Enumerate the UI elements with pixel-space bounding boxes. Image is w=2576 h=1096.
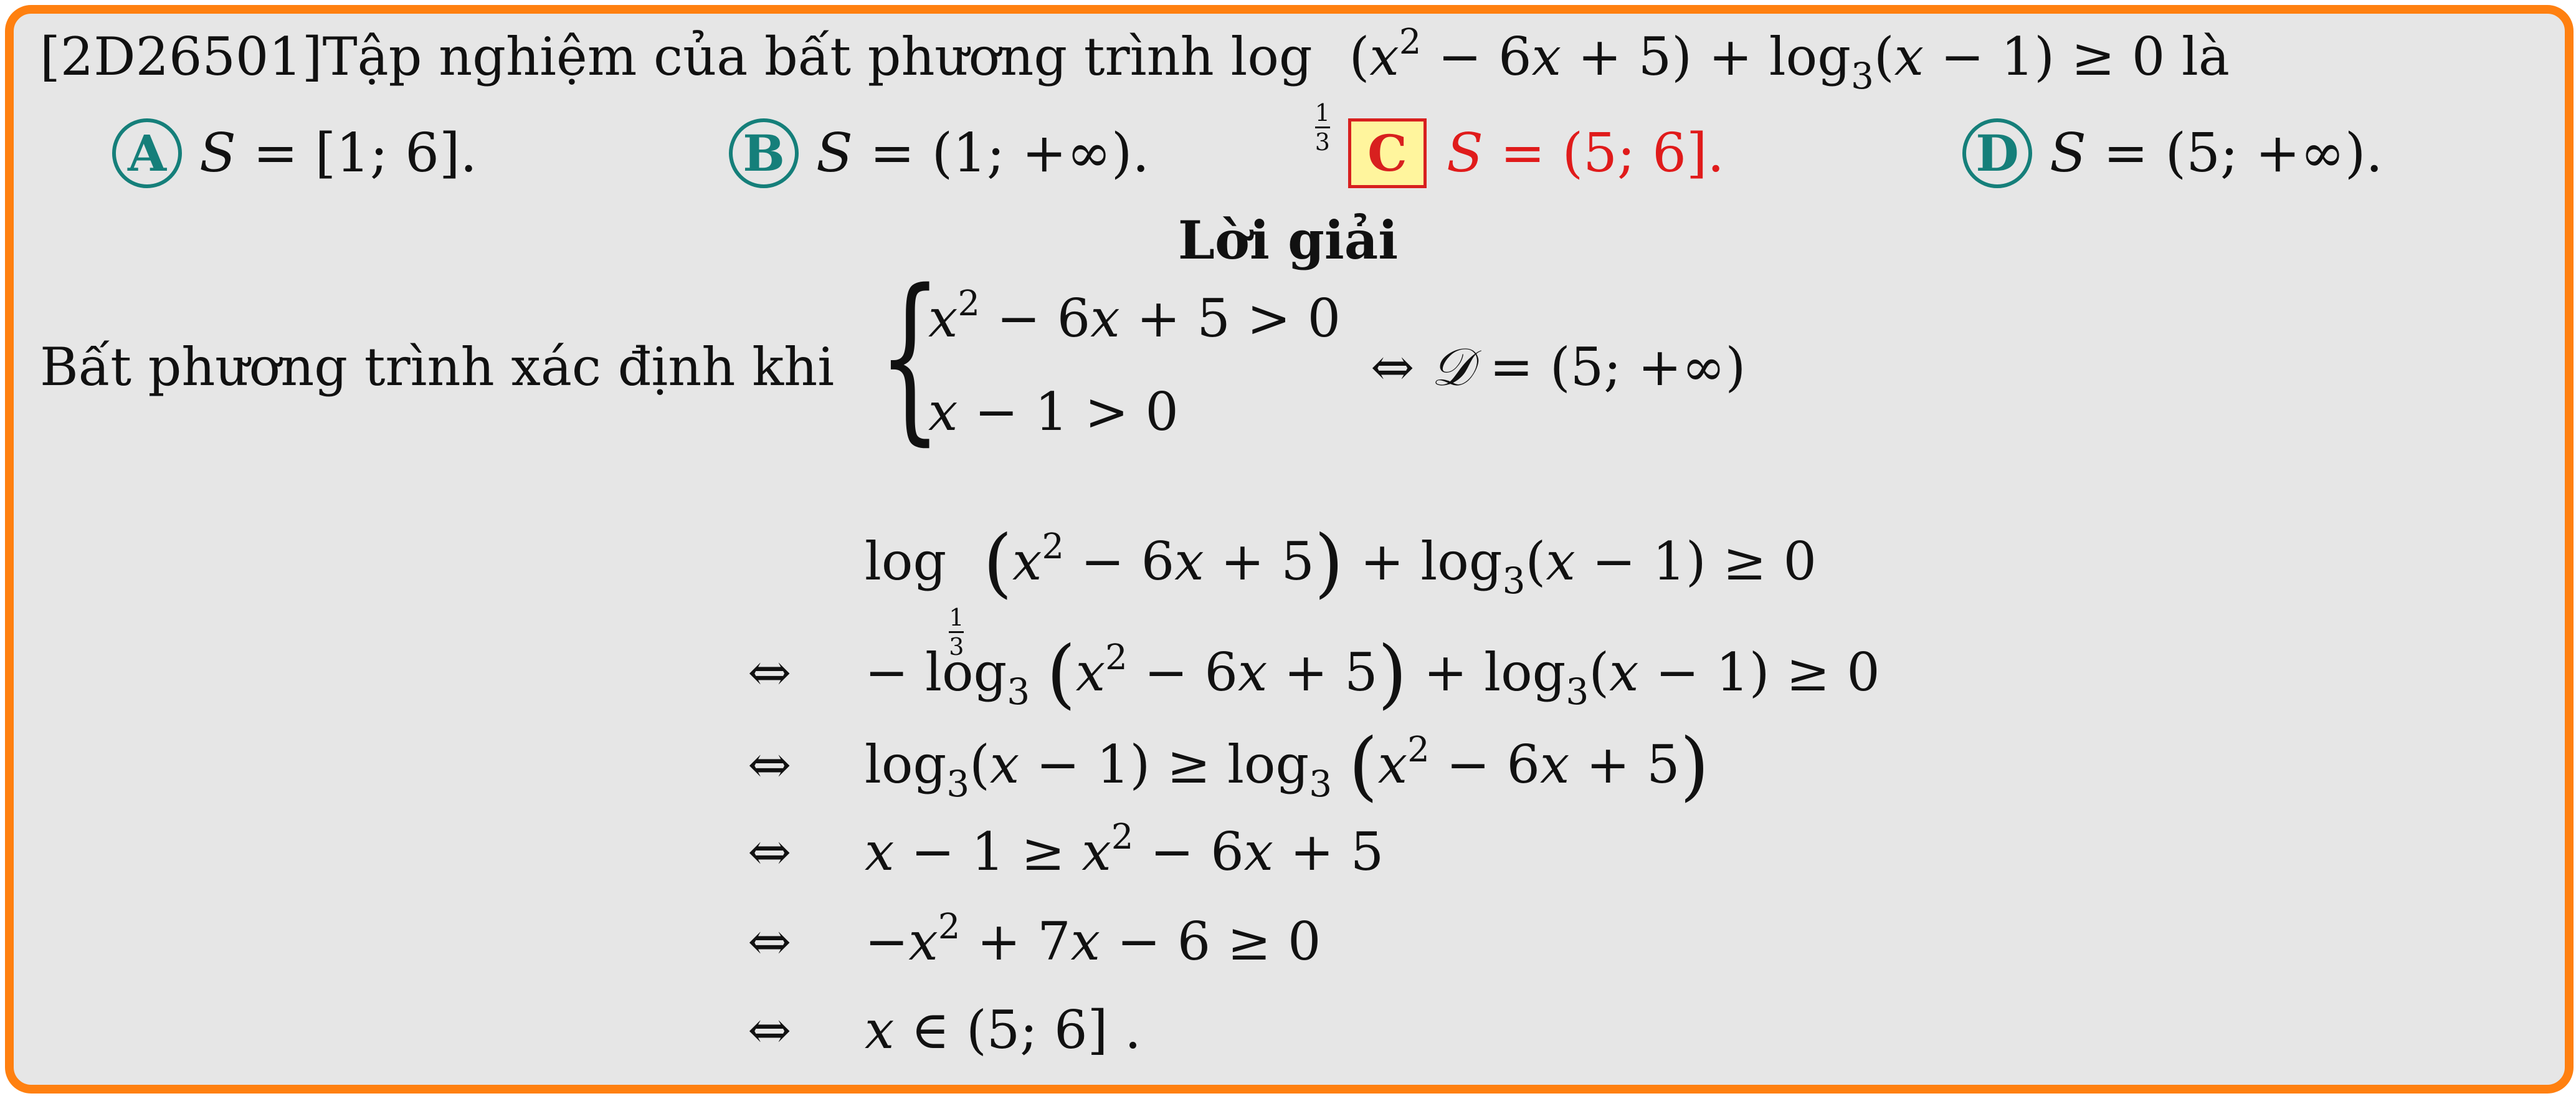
option-b-letter: B	[729, 118, 799, 188]
step-3-arrow: ⇔	[748, 734, 792, 795]
question-expression: log 1 3 (x2 − 6x + 5) + log3(x − 1) ≥ 0	[1230, 22, 2165, 156]
question-code: [2D26501]	[40, 26, 323, 87]
step-6: x ∈ (5; 6] .	[865, 999, 1141, 1060]
step-5: −x2 + 7x − 6 ≥ 0	[865, 907, 1321, 973]
option-c-text: S = (5; 6].	[1447, 122, 1724, 184]
step-5-arrow: ⇔	[748, 911, 792, 972]
option-d[interactable]: D S = (5; +∞).	[1962, 118, 2383, 188]
option-a[interactable]: A S = [1; 6].	[112, 118, 477, 188]
option-a-letter: A	[112, 118, 182, 188]
step-4-arrow: ⇔	[748, 821, 792, 882]
condition-2: x − 1 > 0	[928, 381, 1179, 442]
step-3: log3(x − 1) ≥ log3 (x2 − 6x + 5)	[865, 723, 1709, 809]
step-2-arrow: ⇔	[748, 642, 792, 703]
option-d-letter: D	[1962, 118, 2032, 188]
question-text: Tập nghiệm của bất phương trình	[322, 26, 1214, 87]
option-d-text: S = (5; +∞).	[2050, 122, 2383, 184]
option-c[interactable]: C S = (5; 6].	[1348, 118, 1724, 188]
step-4: x − 1 ≥ x2 − 6x + 5	[865, 817, 1384, 883]
option-a-text: S = [1; 6].	[199, 122, 477, 184]
step-1: log 1 3 (x2 − 6x + 5) + log3(x − 1) ≥ 0	[865, 520, 1817, 660]
option-b[interactable]: B S = (1; +∞).	[729, 118, 1149, 188]
solution-title: Lời giải	[1177, 209, 1399, 271]
option-b-text: S = (1; +∞).	[816, 122, 1149, 184]
question-tail: là	[2181, 26, 2230, 87]
option-c-letter: C	[1348, 118, 1427, 188]
step-2: − log3 (x2 − 6x + 5) + log3(x − 1) ≥ 0	[865, 631, 1880, 717]
domain-result: ⇔ 𝒟 = (5; +∞)	[1371, 336, 1746, 398]
condition-label: Bất phương trình xác định khi	[40, 336, 835, 398]
condition-1: x2 − 6x + 5 > 0	[928, 284, 1341, 350]
step-6-arrow: ⇔	[748, 999, 792, 1060]
